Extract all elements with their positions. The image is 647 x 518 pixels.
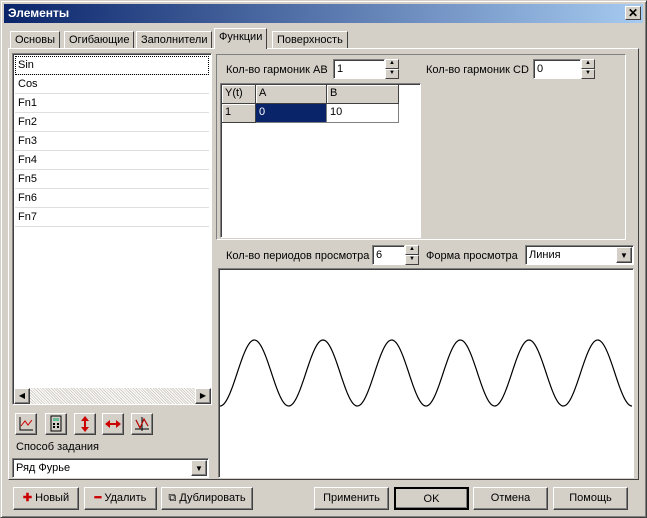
list-item[interactable]: Fn5 [15, 170, 209, 189]
periods-input[interactable]: 6 [372, 245, 405, 265]
tab-label: Основы [15, 34, 55, 46]
method-dropdown-button[interactable]: ▼ [191, 460, 207, 476]
tab-ogibayushchie[interactable]: Огибающие [64, 31, 135, 49]
chevron-down-icon: ▼ [620, 251, 628, 260]
harmonics-cd-value: 0 [537, 63, 544, 75]
harmonics-ab-label: Кол-во гармоник AB [226, 64, 328, 76]
grid-header-b: B [327, 85, 399, 104]
triangle-right-icon: ▶ [199, 391, 207, 400]
spin-down-icon[interactable]: ▼ [581, 69, 595, 79]
tab-label: Заполнители [141, 34, 208, 46]
periods-label: Кол-во периодов просмотра [226, 250, 370, 262]
spin-down-icon[interactable]: ▼ [405, 255, 419, 265]
tab-label: Огибающие [69, 34, 130, 46]
functions-list[interactable]: Sin Cos Fn1 Fn2 Fn3 Fn4 Fn5 Fn6 Fn7 [12, 53, 212, 405]
tab-poverkhnost[interactable]: Поверхность [272, 31, 348, 49]
vertical-scale-button[interactable] [74, 413, 96, 435]
delete-button[interactable]: ━ Удалить [84, 487, 157, 510]
new-button[interactable]: ✚ Новый [13, 487, 79, 510]
ok-button[interactable]: OK [394, 487, 469, 510]
preview-plot [220, 339, 632, 407]
cancel-label: Отмена [490, 492, 531, 504]
grid-cell-b[interactable]: 10 [327, 104, 399, 123]
spin-up-icon[interactable]: ▲ [385, 59, 399, 69]
tab-label: Функции [219, 31, 263, 43]
harmonics-cd-input[interactable]: 0 [533, 59, 581, 79]
grid-chart-icon [135, 417, 149, 431]
grid-header-a: A [256, 85, 327, 104]
remove-icon: ━ [94, 492, 102, 504]
grid-cell-a[interactable]: 0 [256, 104, 327, 123]
list-item[interactable]: Fn6 [15, 189, 209, 208]
harmonics-cd-spinner[interactable]: ▲ ▼ [581, 59, 595, 79]
list-item[interactable]: Fn7 [15, 208, 209, 227]
form-value: Линия [529, 249, 561, 261]
elements-window: Элементы ✕ Основы Огибающие Заполнители … [0, 0, 647, 518]
spin-up-icon[interactable]: ▲ [581, 59, 595, 69]
method-select[interactable]: Ряд Фурье ▼ [12, 458, 209, 478]
cancel-button[interactable]: Отмена [473, 487, 548, 510]
grid-row-index: 1 [222, 104, 256, 123]
form-select[interactable]: Линия ▼ [525, 245, 634, 265]
method-value: Ряд Фурье [16, 462, 71, 474]
horizontal-scale-button[interactable] [102, 413, 124, 435]
periods-spinner[interactable]: ▲ ▼ [405, 245, 419, 265]
list-item[interactable]: Fn4 [15, 151, 209, 170]
list-item[interactable]: Sin [15, 56, 209, 75]
help-button[interactable]: Помощь [553, 487, 628, 510]
harmonics-ab-value: 1 [337, 63, 344, 75]
form-label: Форма просмотра [426, 250, 518, 262]
series-line [220, 339, 632, 407]
method-label: Способ задания [16, 441, 99, 453]
window-title: Элементы [8, 6, 70, 20]
list-item[interactable]: Fn1 [15, 94, 209, 113]
help-label: Помощь [569, 492, 612, 504]
triangle-left-icon: ◀ [18, 391, 26, 400]
chevron-down-icon: ▼ [195, 464, 203, 473]
calculator-icon [50, 415, 62, 432]
harmonics-ab-spinner[interactable]: ▲ ▼ [385, 59, 399, 79]
grid-chart-button[interactable] [131, 413, 153, 435]
periods-value: 6 [376, 249, 383, 261]
duplicate-button[interactable]: ⧉ Дублировать [161, 487, 253, 510]
list-item[interactable]: Fn2 [15, 113, 209, 132]
harmonics-cd-label: Кол-во гармоник CD [426, 64, 529, 76]
tab-funktsii[interactable]: Функции [214, 28, 268, 49]
apply-button[interactable]: Применить [314, 487, 389, 510]
grid-header-yt: Y(t) [222, 85, 256, 104]
chart-button[interactable] [15, 413, 37, 435]
tab-label: Поверхность [277, 34, 343, 46]
coefficients-grid[interactable]: Y(t) A B 1 0 10 [220, 83, 421, 238]
duplicate-icon: ⧉ [168, 492, 177, 504]
harmonics-ab-input[interactable]: 1 [333, 59, 385, 79]
vertical-arrows-icon [81, 416, 89, 432]
new-label: Новый [35, 492, 70, 504]
scroll-right-button[interactable]: ▶ [195, 388, 211, 404]
delete-label: Удалить [104, 492, 147, 504]
list-item[interactable]: Cos [15, 75, 209, 94]
chart-icon [19, 417, 33, 431]
ok-label: OK [423, 493, 440, 505]
list-scrollbar[interactable]: ◀ ▶ [14, 388, 211, 404]
list-item[interactable]: Fn3 [15, 132, 209, 151]
scroll-left-button[interactable]: ◀ [14, 388, 30, 404]
spin-up-icon[interactable]: ▲ [405, 245, 419, 255]
tab-zapolniteli[interactable]: Заполнители [136, 31, 213, 49]
tab-osnovy[interactable]: Основы [10, 31, 60, 49]
horizontal-arrows-icon [105, 420, 121, 428]
close-icon: ✕ [627, 6, 639, 20]
preview-chart [218, 268, 634, 478]
close-button[interactable]: ✕ [625, 6, 641, 20]
apply-label: Применить [323, 492, 380, 504]
spin-down-icon[interactable]: ▼ [385, 69, 399, 79]
title-bar[interactable]: Элементы ✕ [4, 4, 643, 23]
form-dropdown-button[interactable]: ▼ [616, 247, 632, 263]
add-icon: ✚ [22, 492, 33, 504]
duplicate-label: Дублировать [179, 492, 246, 504]
calculator-button[interactable] [45, 413, 67, 435]
